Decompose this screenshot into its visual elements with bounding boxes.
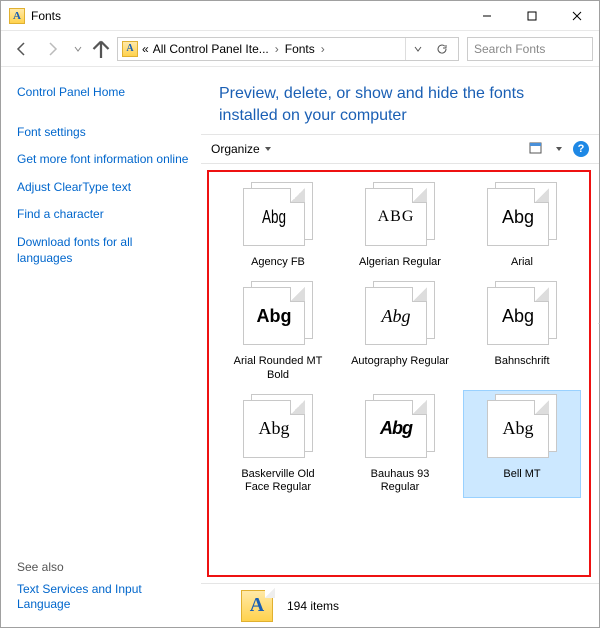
font-item[interactable]: Abg Bell MT: [463, 390, 581, 498]
font-sample: Abg: [382, 306, 411, 327]
app-icon: A: [9, 8, 25, 24]
navbar: A « All Control Panel Ite... › Fonts › S…: [1, 31, 599, 67]
chevron-right-icon[interactable]: ›: [319, 42, 327, 56]
body: Control Panel Home Font settings Get mor…: [1, 67, 599, 627]
cp-home-link[interactable]: Control Panel Home: [17, 81, 189, 105]
refresh-button[interactable]: [430, 38, 454, 60]
sidebar-link-download-fonts[interactable]: Download fonts for all languages: [17, 231, 189, 270]
page-heading: Preview, delete, or show and hide the fo…: [201, 67, 599, 134]
font-item[interactable]: Abg Bauhaus 93 Regular: [341, 390, 459, 498]
font-item[interactable]: Abg Bahnschrift: [463, 277, 581, 385]
back-button[interactable]: [7, 35, 35, 63]
font-sample: Abg: [259, 418, 290, 439]
sidebar-link-find-char[interactable]: Find a character: [17, 203, 189, 227]
font-sample: Abg: [503, 418, 534, 439]
maximize-button[interactable]: [509, 1, 554, 30]
font-sample: Abg: [502, 306, 534, 327]
font-grid-area: AbgAgency FBABGAlgerian RegularAbgArialA…: [201, 164, 599, 583]
address-bar[interactable]: A « All Control Panel Ite... › Fonts ›: [117, 37, 459, 61]
organize-label: Organize: [211, 142, 260, 156]
font-label: Baskerville Old Face Regular: [228, 468, 328, 494]
font-thumbnail: Abg: [361, 281, 439, 351]
font-sample: Abg: [380, 418, 412, 439]
chevron-down-icon[interactable]: [555, 145, 563, 153]
font-grid: AbgAgency FBABGAlgerian RegularAbgArialA…: [209, 172, 591, 502]
font-item[interactable]: Abg Arial: [463, 178, 581, 273]
font-label: Arial Rounded MT Bold: [228, 355, 328, 381]
font-thumbnail: Abg: [483, 394, 561, 464]
font-label: Arial: [511, 256, 533, 269]
font-thumbnail: ABG: [361, 182, 439, 252]
chevron-right-icon[interactable]: ›: [273, 42, 281, 56]
sidebar: Control Panel Home Font settings Get mor…: [1, 67, 201, 627]
font-sample: Abg: [257, 306, 292, 327]
window: A Fonts A « All Control Panel Ite... › F…: [0, 0, 600, 628]
location-icon: A: [122, 41, 138, 57]
see-also-link[interactable]: Text Services and Input Language: [17, 578, 189, 617]
chevron-down-icon: [264, 145, 272, 153]
forward-button[interactable]: [39, 35, 67, 63]
font-item[interactable]: Abg Autography Regular: [341, 277, 459, 385]
address-dropdown[interactable]: [406, 38, 430, 60]
crumb-prefix: «: [142, 42, 149, 56]
sidebar-link-cleartype[interactable]: Adjust ClearType text: [17, 176, 189, 200]
window-title: Fonts: [31, 9, 61, 23]
item-count: 194 items: [287, 599, 339, 613]
titlebar: A Fonts: [1, 1, 599, 31]
toolbar: Organize ?: [201, 134, 599, 164]
font-thumbnail: Abg: [483, 182, 561, 252]
breadcrumb-2[interactable]: Fonts: [285, 42, 315, 56]
font-sample: ABG: [378, 208, 415, 226]
font-label: Agency FB: [251, 256, 305, 269]
font-sample: Abg: [262, 207, 286, 228]
breadcrumb-1[interactable]: All Control Panel Ite...: [153, 42, 269, 56]
font-thumbnail: Abg: [483, 281, 561, 351]
font-label: Algerian Regular: [359, 256, 441, 269]
history-dropdown[interactable]: [71, 45, 85, 53]
font-item[interactable]: Abg Baskerville Old Face Regular: [219, 390, 337, 498]
font-label: Bahnschrift: [494, 355, 549, 368]
fonts-folder-icon: A: [241, 590, 273, 622]
font-label: Bell MT: [503, 468, 540, 481]
font-item[interactable]: Abg Arial Rounded MT Bold: [219, 277, 337, 385]
main-panel: Preview, delete, or show and hide the fo…: [201, 67, 599, 627]
minimize-button[interactable]: [464, 1, 509, 30]
font-sample: Abg: [502, 207, 534, 228]
help-icon[interactable]: ?: [573, 141, 589, 157]
font-label: Autography Regular: [351, 355, 449, 368]
font-thumbnail: Abg: [239, 281, 317, 351]
see-also-label: See also: [17, 540, 189, 574]
sidebar-link-font-settings[interactable]: Font settings: [17, 121, 189, 145]
sidebar-link-font-info[interactable]: Get more font information online: [17, 148, 189, 172]
organize-button[interactable]: Organize: [211, 142, 272, 156]
font-thumbnail: Abg: [239, 182, 317, 252]
status-bar: A 194 items: [201, 583, 599, 627]
up-button[interactable]: [89, 37, 113, 61]
close-button[interactable]: [554, 1, 599, 30]
view-options-button[interactable]: [529, 140, 545, 159]
font-item[interactable]: ABG Algerian Regular: [341, 178, 459, 273]
font-thumbnail: Abg: [361, 394, 439, 464]
search-input[interactable]: Search Fonts: [467, 37, 593, 61]
font-item[interactable]: Abg Agency FB: [219, 178, 337, 273]
font-thumbnail: Abg: [239, 394, 317, 464]
font-label: Bauhaus 93 Regular: [350, 468, 450, 494]
